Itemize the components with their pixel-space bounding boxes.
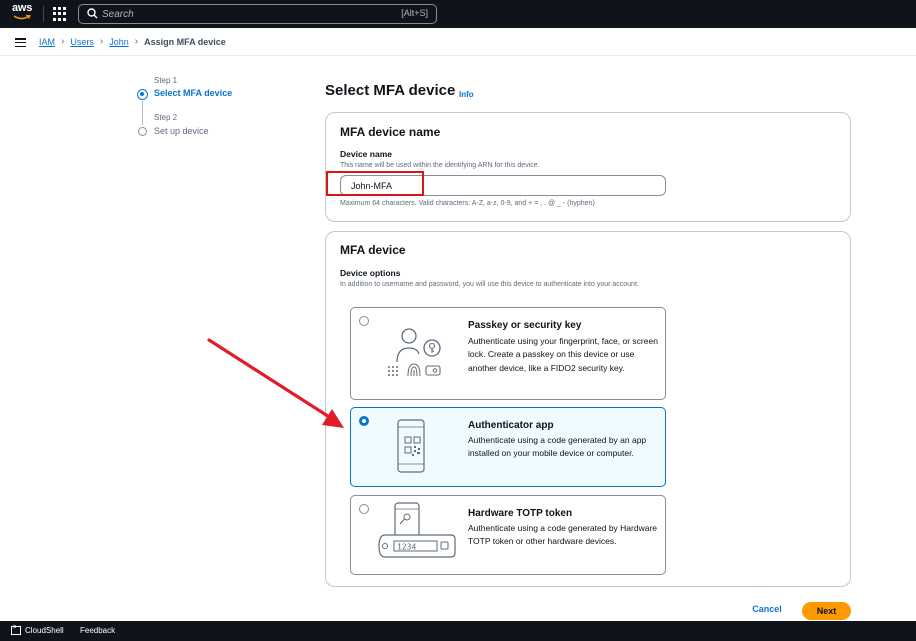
step-2-label: Set up device [154,126,209,136]
cloudshell-button[interactable]: CloudShell [11,624,64,635]
passkey-description: Authenticate using your fingerprint, fac… [468,336,658,373]
aws-smile-icon [13,15,31,20]
hardware-totp-radio[interactable] [359,504,369,514]
chevron-right-icon: › [99,36,104,47]
passkey-radio[interactable] [359,316,369,326]
authenticator-app-illustration-icon [397,419,425,473]
info-link[interactable]: Info [459,90,474,99]
chevron-right-icon: › [134,36,139,47]
feedback-link[interactable]: Feedback [80,626,115,635]
token-display-code: 1234 [397,543,416,552]
passkey-illustration-icon [388,328,441,377]
device-options-label: Device options [340,268,401,278]
search-bar[interactable]: [Alt+S] [78,4,437,24]
top-navigation: aws [Alt+S] [0,0,916,28]
aws-logo[interactable]: aws [12,2,32,14]
page-title: Select MFA device [325,82,456,99]
step-1-label[interactable]: Select MFA device [154,88,232,98]
hardware-totp-title: Hardware TOTP token [468,508,573,519]
step-2-indicator-icon [138,127,147,136]
option-passkey[interactable]: Passkey or security key Authenticate usi… [350,307,666,400]
step-2-number: Step 2 [154,113,178,122]
device-options-description: In addition to username and password, yo… [340,281,639,288]
mfa-device-panel-title: MFA device [340,243,406,257]
authenticator-app-description: Authenticate using a code generated by a… [468,435,647,459]
breadcrumb-bar: IAM › Users › John › Assign MFA device [0,28,916,56]
mfa-device-panel: MFA device Device options In addition to… [325,231,851,587]
option-authenticator-app[interactable]: Authenticator app Authenticate using a c… [350,407,666,487]
authenticator-app-radio[interactable] [359,416,369,426]
nav-divider [43,6,44,22]
cancel-button[interactable]: Cancel [744,604,790,614]
breadcrumb-iam[interactable]: IAM [39,37,55,47]
next-button[interactable]: Next [802,602,851,620]
device-name-description: This name will be used within the identi… [340,162,540,169]
passkey-title: Passkey or security key [468,320,582,331]
device-name-panel-title: MFA device name [340,125,441,139]
chevron-right-icon: › [61,36,65,47]
cloudshell-label: CloudShell [25,626,64,635]
bottom-bar: CloudShell Feedback [0,621,916,641]
breadcrumb-john[interactable]: John [109,37,129,47]
search-icon [87,8,98,19]
annotation-highlight-box [326,171,424,196]
step-1-number: Step 1 [154,76,178,85]
hamburger-menu-icon[interactable] [15,38,26,48]
breadcrumb: IAM › Users › John › Assign MFA device [39,36,226,47]
device-name-panel: MFA device name Device name This name wi… [325,112,851,222]
hardware-token-illustration-icon: 1234 [378,502,456,558]
services-menu-icon[interactable] [53,7,67,21]
terminal-icon [11,624,21,635]
authenticator-app-title: Authenticator app [468,420,554,431]
step-1-indicator-icon [137,89,148,100]
breadcrumb-current: Assign MFA device [144,36,226,47]
option-hardware-totp-token[interactable]: 1234 Hardware TOTP token Authenticate us… [350,495,666,575]
device-name-label: Device name [340,149,392,159]
breadcrumb-users[interactable]: Users [70,37,94,47]
device-name-constraint: Maximum 64 characters. Valid characters:… [340,200,595,207]
hardware-totp-description: Authenticate using a code generated by H… [468,523,658,547]
search-shortcut: [Alt+S] [401,8,428,18]
search-input[interactable] [102,5,362,23]
step-connector [142,101,143,125]
